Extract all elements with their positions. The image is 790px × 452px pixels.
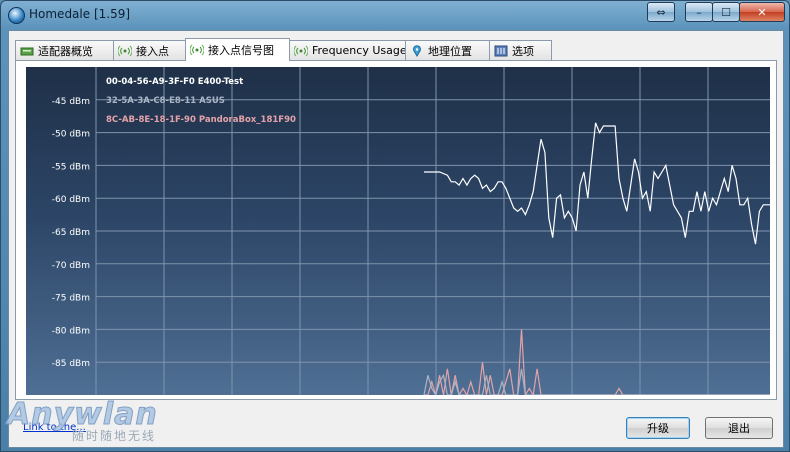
watermark-sub: 随时随地无线 [72, 429, 157, 443]
y-tick-label: -55 dBm [52, 162, 90, 172]
signal-graph-panel: -45 dBm -50 dBm -55 dBm -60 dBm -65 dBm -70 d… [15, 60, 777, 400]
close-button[interactable]: ✕ [739, 2, 785, 22]
tab-strip: 适配器概览 接入点 接入点信号图 Frequency Usage 地理位置 选项 [15, 38, 552, 61]
series-line [423, 368, 772, 397]
tab-frequency-usage[interactable]: Frequency Usage [289, 40, 406, 60]
tab-adapter-overview[interactable]: 适配器概览 [15, 40, 114, 60]
maximize-button[interactable]: ☐ [712, 2, 740, 22]
y-tick-label: -85 dBm [52, 359, 90, 369]
y-tick-label: -75 dBm [52, 294, 90, 304]
tab-label: 适配器概览 [38, 44, 93, 58]
tab-options[interactable]: 选项 [489, 40, 552, 60]
title-bar[interactable]: Homedale [1.59] ⇔ – ☐ ✕ [1, 1, 789, 29]
y-tick-label: -80 dBm [52, 326, 90, 336]
client-area: 适配器概览 接入点 接入点信号图 Frequency Usage 地理位置 选项 [8, 30, 784, 448]
y-tick-label: -70 dBm [52, 261, 90, 271]
options-icon [494, 45, 508, 56]
minimize-button[interactable]: – [685, 2, 713, 22]
legend-entry: 00-04-56-A9-3F-F0 E400-Test [106, 77, 244, 87]
tab-label: 地理位置 [428, 44, 472, 58]
tab-label: 接入点信号图 [208, 44, 274, 57]
y-tick-label: -60 dBm [52, 195, 90, 205]
series-line [424, 122, 772, 245]
antenna-icon [118, 45, 132, 56]
antenna-icon [294, 45, 308, 56]
tab-geolocation[interactable]: 地理位置 [405, 40, 490, 60]
exit-button[interactable]: 退出 [705, 417, 773, 439]
tab-label: 选项 [512, 44, 534, 58]
app-window: Homedale [1.59] ⇔ – ☐ ✕ 适配器概览 接入点 接入点信号图… [0, 0, 790, 452]
antenna-icon [190, 44, 204, 56]
legend-entry: 8C-AB-8E-18-1F-90 PandoraBox_181F90 [106, 115, 296, 125]
tab-label: 接入点 [136, 44, 169, 58]
window-title: Homedale [1.59] [29, 7, 131, 21]
adapter-icon [20, 47, 34, 55]
tab-label: Frequency Usage [312, 44, 406, 57]
map-pin-icon [413, 44, 421, 57]
homedale-app-icon [8, 7, 25, 24]
restore-layout-button[interactable]: ⇔ [647, 2, 675, 22]
tab-ap-signal-graph[interactable]: 接入点信号图 [185, 38, 290, 61]
signal-chart[interactable]: -45 dBm -50 dBm -55 dBm -60 dBm -65 dBm -70 d… [26, 67, 777, 397]
legend-entry: 32-5A-3A-C8-E8-11 ASUS [106, 96, 225, 106]
y-tick-label: -45 dBm [52, 97, 90, 107]
anywlan-watermark: Anywlan 随时随地无线 [7, 397, 158, 444]
tab-access-points[interactable]: 接入点 [113, 40, 186, 60]
y-tick-label: -50 dBm [52, 130, 90, 140]
y-tick-label: -65 dBm [52, 228, 90, 238]
upgrade-button[interactable]: 升级 [626, 417, 690, 439]
